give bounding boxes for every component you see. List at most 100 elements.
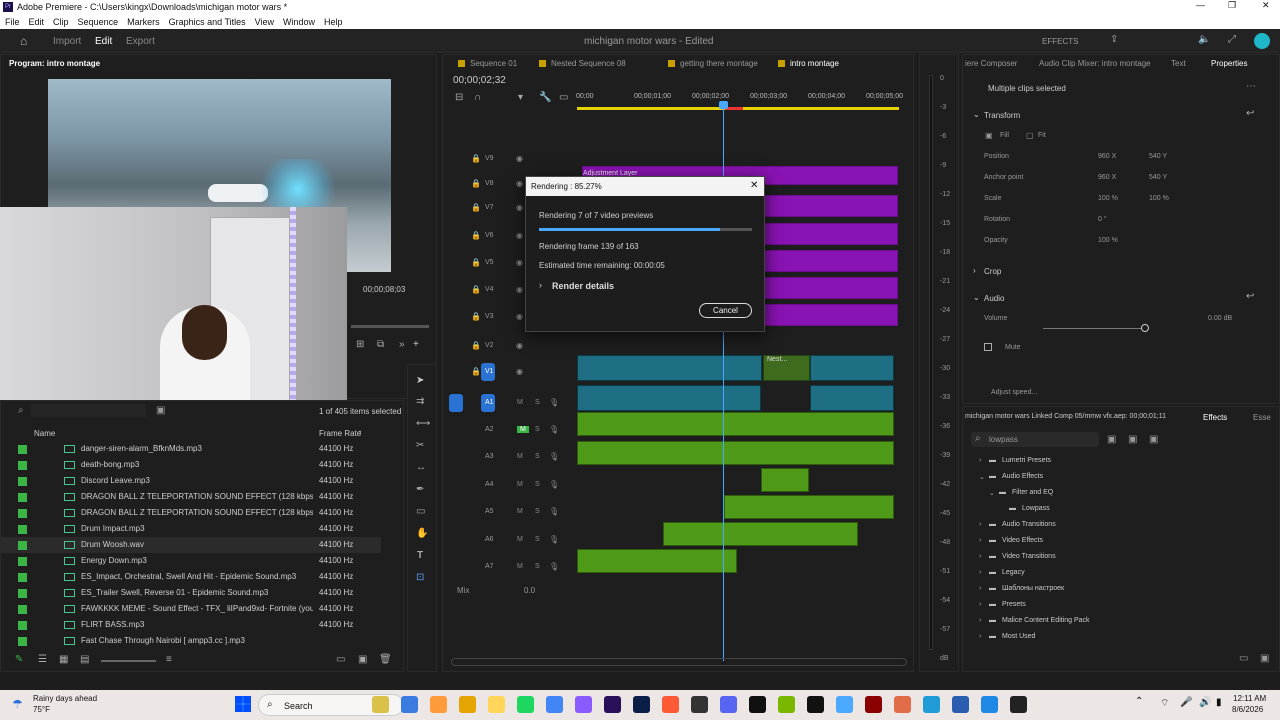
audio-heading[interactable]: Audio [984, 294, 1004, 303]
timeline-scrollbar[interactable] [451, 658, 907, 666]
transform-chevron-icon[interactable]: ⌄ [973, 110, 980, 119]
col-name-header[interactable]: Name [34, 429, 55, 438]
new-preset-bin-icon[interactable]: ▣ [1107, 434, 1116, 445]
lock-icon[interactable]: 🔒 [471, 154, 481, 163]
prop-value-a[interactable]: 960 X [1098, 153, 1116, 160]
effects-label[interactable]: EFFECTS [1042, 37, 1078, 46]
effects-item[interactable]: Filter and EQ [1012, 489, 1053, 496]
taskbar-app-icon[interactable] [401, 696, 418, 713]
taskbar-app-icon[interactable] [836, 696, 853, 713]
track-label-v9[interactable]: V9 [485, 155, 494, 162]
lock-icon[interactable]: 🔒 [471, 203, 481, 212]
export-frame-icon[interactable]: ⧉ [377, 339, 384, 350]
taskbar-app-icon[interactable] [749, 696, 766, 713]
tree-chevron-icon[interactable]: › [979, 569, 981, 576]
menu-clip[interactable]: Clip [53, 17, 69, 27]
fill-icon[interactable]: ▣ [985, 131, 993, 140]
adjust-speed-button[interactable]: Adjust speed... [991, 389, 1037, 396]
audio-clip[interactable] [577, 441, 894, 465]
prop-value-a[interactable]: 960 X [1098, 174, 1116, 181]
audio-clip[interactable] [761, 468, 809, 492]
col-frame-rate-header[interactable]: Frame Rate [319, 429, 361, 438]
eye-icon[interactable]: ◉ [516, 179, 523, 188]
prop-value-a[interactable]: 100 % [1098, 237, 1118, 244]
voiceover-mic-icon[interactable]: 🎙 [549, 507, 559, 516]
props-tab-2[interactable]: Text [1171, 59, 1186, 68]
mic-icon[interactable]: 🎤 [1180, 697, 1192, 708]
effects-item[interactable]: Шаблоны настроек [1002, 585, 1064, 592]
track-label-v8[interactable]: V8 [485, 180, 494, 187]
dialog-close-icon[interactable]: ✕ [750, 180, 758, 191]
taskbar-app-icon[interactable] [633, 696, 650, 713]
lift-icon[interactable]: ⊞ [356, 339, 364, 350]
tab-import[interactable]: Import [53, 36, 81, 47]
taskbar-app-icon[interactable] [894, 696, 911, 713]
voiceover-mic-icon[interactable]: 🎙 [549, 535, 559, 544]
mute-m-button[interactable]: M [517, 563, 523, 570]
weather-icon[interactable]: ☂ [12, 697, 23, 711]
lock-icon[interactable]: 🔒 [471, 285, 481, 294]
chevron-right-icon[interactable]: › [539, 280, 542, 290]
prop-value-b[interactable]: 540 Y [1149, 153, 1167, 160]
zoom-slider[interactable] [101, 660, 156, 662]
wrench-icon[interactable]: 🔧 [539, 92, 551, 103]
mute-m-button[interactable]: M [517, 536, 523, 543]
taskbar-app-icon[interactable] [459, 696, 476, 713]
prop-value-a[interactable]: 100 % [1098, 195, 1118, 202]
eye-icon[interactable]: ◉ [516, 258, 523, 267]
list-item[interactable]: Discord Leave.mp3 44100 Hz [1, 473, 381, 489]
solo-s-button[interactable]: S [535, 536, 540, 543]
crop-heading[interactable]: Crop [984, 267, 1001, 276]
effects-search-input[interactable]: ⌕ lowpass [971, 432, 1099, 447]
crop-chevron-icon[interactable]: › [973, 266, 976, 275]
effects-item[interactable]: Presets [1002, 601, 1026, 608]
delete-icon[interactable]: ▣ [1260, 653, 1269, 664]
source-patch-a1[interactable] [449, 394, 463, 412]
audio-clip[interactable] [724, 495, 894, 519]
fit-option[interactable]: Fit [1038, 132, 1046, 139]
tree-chevron-icon[interactable]: › [979, 585, 981, 592]
slip-tool-icon[interactable]: ↔ [416, 462, 426, 473]
prop-value-a[interactable]: 0 ° [1098, 216, 1107, 223]
list-item[interactable]: Drum Woosh.wav 44100 Hz [1, 537, 381, 553]
list-item[interactable]: FLIRT BASS.mp3 44100 Hz [1, 617, 381, 633]
volume-slider[interactable] [1043, 328, 1143, 329]
taskbar-app-icon[interactable] [430, 696, 447, 713]
menu-graphics-and-titles[interactable]: Graphics and Titles [169, 17, 246, 27]
type-tool-icon[interactable]: T [417, 550, 423, 561]
voiceover-mic-icon[interactable]: 🎙 [549, 452, 559, 461]
transform-heading[interactable]: Transform [984, 111, 1020, 120]
solo-s-button[interactable]: S [535, 563, 540, 570]
close-button[interactable]: ✕ [1262, 0, 1270, 11]
audio-clip-a1[interactable] [810, 385, 894, 411]
track-label-v5[interactable]: V5 [485, 259, 494, 266]
yuv-icon[interactable]: ▣ [1149, 434, 1158, 445]
solo-s-button[interactable]: S [535, 426, 540, 433]
effects-item[interactable]: Most Used [1002, 633, 1035, 640]
tab-effects[interactable]: Effects [1203, 413, 1227, 422]
track-label-a4[interactable]: A4 [485, 481, 494, 488]
taskbar-app-icon[interactable] [546, 696, 563, 713]
add-marker-icon[interactable]: + [413, 339, 419, 350]
track-label-v4[interactable]: V4 [485, 286, 494, 293]
track-label-a5[interactable]: A5 [485, 508, 494, 515]
list-item[interactable]: death-bong.mp3 44100 Hz [1, 457, 381, 473]
windows-start-icon[interactable] [235, 696, 251, 712]
list-item[interactable]: ES_Impact, Orchestral, Swell And Hit - E… [1, 569, 381, 585]
tree-chevron-icon[interactable]: › [979, 521, 981, 528]
audio-chevron-icon[interactable]: ⌄ [973, 293, 980, 302]
tab-edit[interactable]: Edit [95, 36, 112, 47]
effects-item[interactable]: Malice Content Editing Pack [1002, 617, 1090, 624]
track-label-a3[interactable]: A3 [485, 453, 494, 460]
battery-icon[interactable]: ▮ [1216, 697, 1222, 708]
mute-m-button[interactable]: M [517, 399, 523, 406]
track-select-icon[interactable]: ⇉ [416, 396, 424, 407]
tray-chevron-icon[interactable]: ⌃ [1135, 696, 1143, 707]
taskbar-app-icon[interactable] [865, 696, 882, 713]
audio-clip[interactable] [577, 549, 737, 573]
effects-item[interactable]: Audio Effects [1002, 473, 1043, 480]
eye-icon[interactable]: ◉ [516, 154, 523, 163]
more-options-icon[interactable]: ⋯ [1246, 81, 1256, 92]
track-label-a6[interactable]: A6 [485, 536, 494, 543]
reset-icon[interactable]: ↩ [1246, 108, 1254, 119]
